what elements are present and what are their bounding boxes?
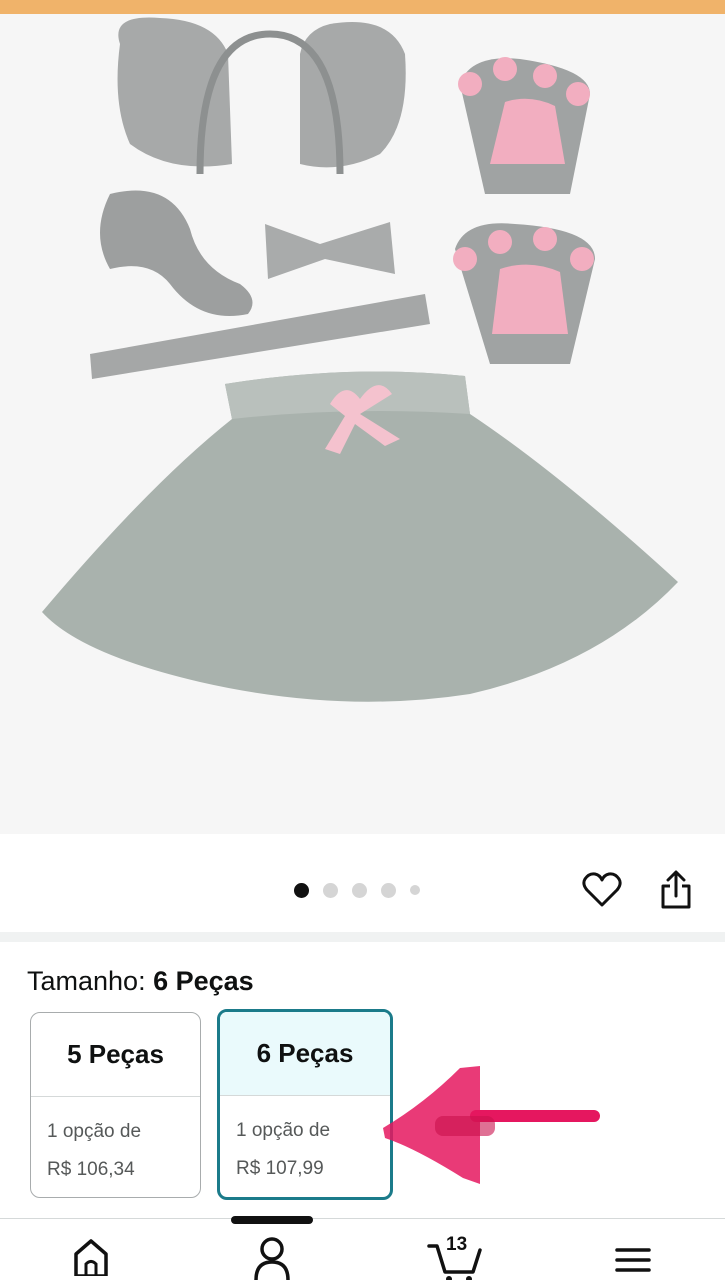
size-option-offers: 1 opção de [47, 1121, 142, 1142]
menu-icon [615, 1248, 651, 1272]
cart-count-badge: 13 [446, 1234, 468, 1255]
size-option-6-pecas[interactable]: 6 Peças 1 opção de R$ 107,99 [217, 1009, 393, 1200]
active-tab-indicator [231, 1216, 313, 1224]
top-banner-strip [0, 0, 725, 14]
pagination-dot[interactable] [410, 885, 420, 895]
size-label-prefix: Tamanho: [27, 966, 154, 996]
size-option-offers: 1 opção de [236, 1120, 331, 1141]
heart-icon [582, 872, 622, 907]
image-pagination-dots[interactable] [294, 882, 420, 898]
elephant-costume-illustration [42, 17, 678, 702]
pagination-dot[interactable] [381, 882, 396, 898]
size-option-5-pecas[interactable]: 5 Peças 1 opção de R$ 106,34 [30, 1012, 201, 1198]
annotation-arrow-icon [383, 1066, 600, 1184]
favorite-button[interactable] [578, 866, 626, 914]
size-selector-label: Tamanho: 6 Peças [27, 966, 254, 997]
pagination-dot[interactable] [323, 882, 338, 898]
person-icon [254, 1237, 290, 1280]
home-icon [74, 1239, 108, 1276]
nav-home-button[interactable] [66, 1236, 116, 1280]
pagination-dot[interactable] [352, 882, 367, 898]
share-button[interactable] [652, 866, 700, 914]
size-option-name: 5 Peças [31, 1013, 200, 1097]
nav-account-button[interactable] [247, 1236, 297, 1280]
nav-menu-button[interactable] [608, 1236, 658, 1280]
size-option-price: R$ 107,99 [236, 1158, 324, 1179]
size-option-details: 1 opção de R$ 106,34 [31, 1097, 200, 1189]
size-option-name: 6 Peças [220, 1012, 390, 1096]
size-option-details: 1 opção de R$ 107,99 [220, 1096, 390, 1188]
pagination-dot[interactable] [294, 882, 309, 898]
selected-size-value: 6 Peças [153, 966, 254, 996]
product-image[interactable] [0, 14, 725, 834]
size-option-price: R$ 106,34 [47, 1159, 135, 1180]
section-divider [0, 932, 725, 942]
share-icon [661, 870, 691, 909]
